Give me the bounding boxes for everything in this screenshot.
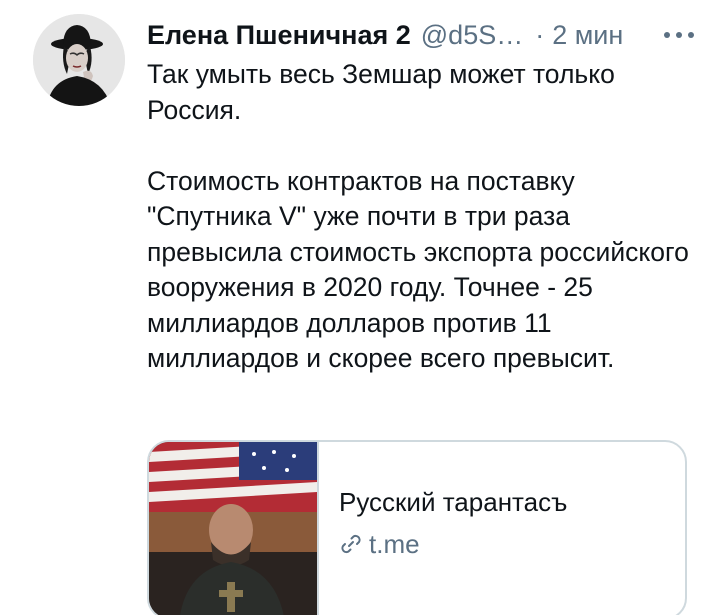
author-name[interactable]: Елена Пшеничная 2 bbox=[147, 18, 411, 52]
tweet[interactable]: Елена Пшеничная 2 @d5S… · 2 мин Так умыт… bbox=[0, 0, 720, 615]
link-preview-domain[interactable]: t.me bbox=[339, 528, 420, 560]
link-preview-card[interactable]: Русский тарантасъ t.me bbox=[147, 440, 687, 615]
author-handle[interactable]: @d5S… bbox=[421, 18, 523, 52]
link-icon bbox=[339, 532, 363, 556]
avatar-image bbox=[33, 14, 125, 106]
more-options-button[interactable] bbox=[662, 18, 696, 52]
tweet-timestamp[interactable]: 2 мин bbox=[552, 18, 623, 52]
link-preview-image bbox=[149, 442, 319, 615]
tweet-paragraph-1: Так умыть весь Земшар может только Росси… bbox=[147, 59, 615, 125]
preview-photo bbox=[149, 442, 317, 615]
link-domain-text: t.me bbox=[369, 529, 420, 559]
more-horizontal-icon bbox=[664, 32, 694, 38]
link-preview-title[interactable]: Русский тарантасъ bbox=[339, 486, 567, 518]
separator-dot: · bbox=[535, 20, 545, 50]
tweet-paragraph-2: Стоимость контрактов на поставку "Спутни… bbox=[147, 165, 689, 374]
avatar[interactable] bbox=[33, 14, 125, 106]
tweet-header: Елена Пшеничная 2 @d5S… · 2 мин bbox=[147, 18, 696, 52]
tweet-text: Так умыть весь Земшар может только Росси… bbox=[147, 57, 692, 377]
